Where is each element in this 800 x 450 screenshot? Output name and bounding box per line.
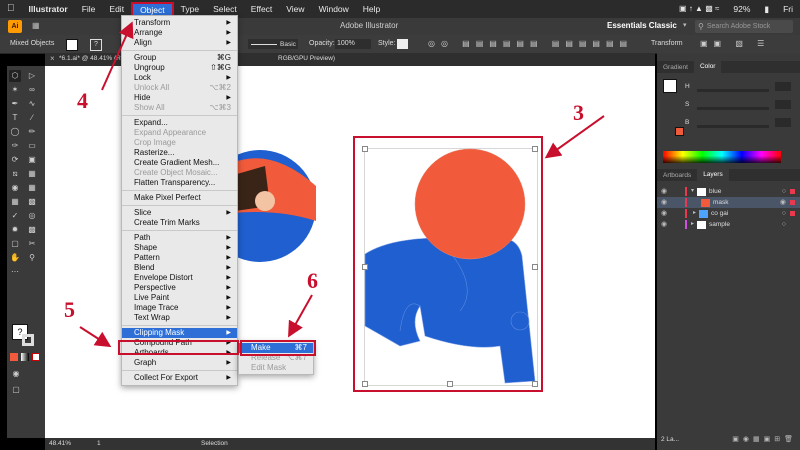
- arrow-4: [101, 21, 134, 91]
- annotation-arrows: [79, 21, 605, 348]
- arrow-5: [79, 326, 112, 348]
- arrow-6: [288, 294, 313, 338]
- arrow-3: [544, 115, 605, 159]
